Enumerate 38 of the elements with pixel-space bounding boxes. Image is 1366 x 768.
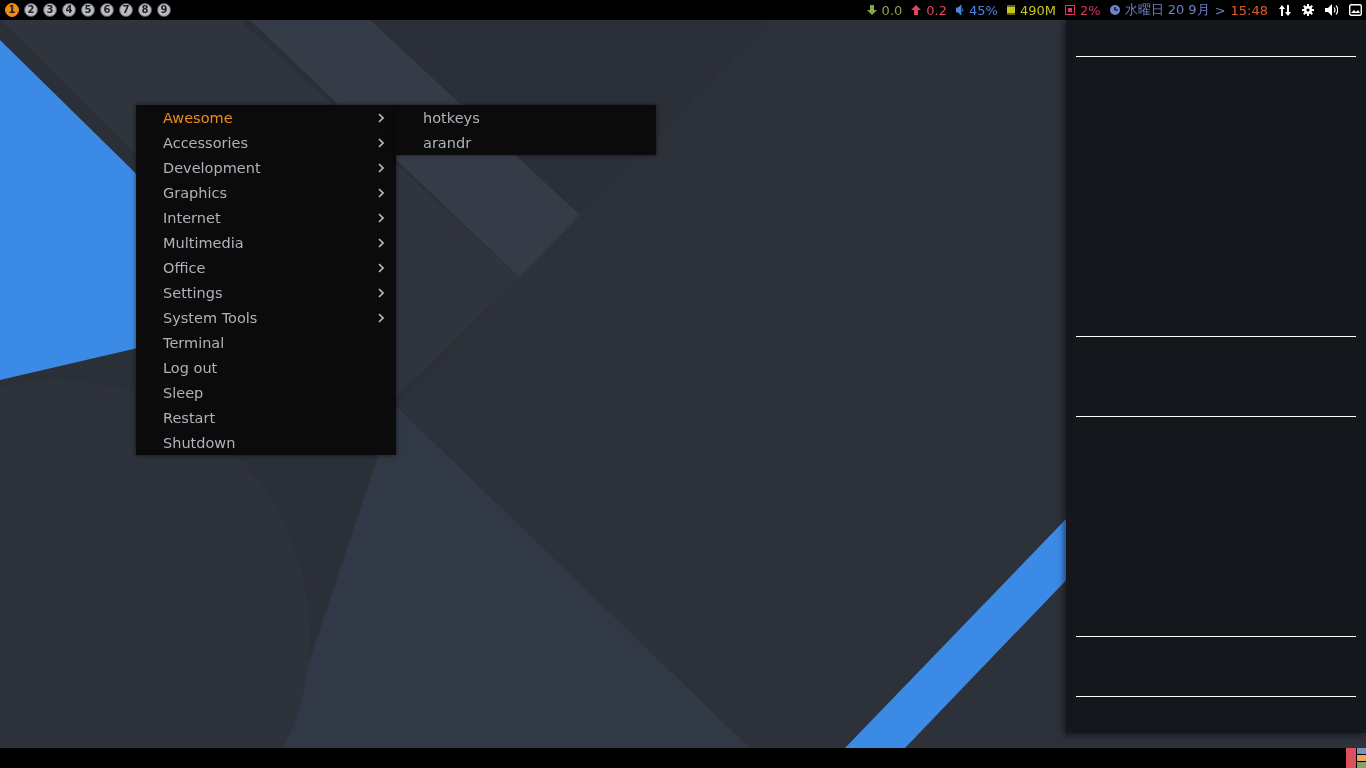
menu-item[interactable]: Awesome bbox=[136, 105, 396, 130]
menu-item[interactable]: Graphics bbox=[136, 180, 396, 205]
widget-value: 0.2 bbox=[926, 2, 947, 18]
workspace-tag[interactable]: 7 bbox=[119, 3, 133, 17]
widget-value: 490M bbox=[1019, 2, 1056, 18]
menu-item[interactable]: Settings bbox=[136, 280, 396, 305]
submenu-item[interactable]: hotkeys bbox=[396, 105, 656, 130]
settings-icon[interactable] bbox=[1302, 4, 1314, 16]
widget-value: 45% bbox=[969, 2, 998, 18]
menu-item[interactable]: Office bbox=[136, 255, 396, 280]
workspace-tag[interactable]: 4 bbox=[62, 3, 76, 17]
menu-item[interactable]: Log out bbox=[136, 355, 396, 380]
speaker-icon[interactable] bbox=[1325, 4, 1338, 16]
display-icon[interactable] bbox=[1349, 4, 1362, 16]
menu-item[interactable]: Internet bbox=[136, 205, 396, 230]
submenu-item[interactable]: arandr bbox=[396, 130, 656, 155]
menu-item[interactable]: Multimedia bbox=[136, 230, 396, 255]
menu-item[interactable]: Development bbox=[136, 155, 396, 180]
workspace-tag[interactable]: 6 bbox=[100, 3, 114, 17]
workspace-tag[interactable]: 9 bbox=[157, 3, 171, 17]
widget-value: 0.0 bbox=[881, 2, 903, 18]
date-text: 水曜日 20 9月 bbox=[1124, 1, 1210, 19]
menu-item[interactable]: System Tools bbox=[136, 305, 396, 330]
workspace-tag[interactable]: 1 bbox=[5, 3, 19, 17]
widget-value: 2% bbox=[1079, 2, 1101, 18]
menu-item[interactable]: Accessories bbox=[136, 130, 396, 155]
menu-item[interactable]: Restart bbox=[136, 405, 396, 430]
menu-item[interactable]: Terminal bbox=[136, 330, 396, 355]
menu-item[interactable]: Sleep bbox=[136, 380, 396, 405]
separator-text: > bbox=[1214, 2, 1226, 18]
workspace-tag[interactable]: 3 bbox=[43, 3, 57, 17]
workspace-tag[interactable]: 5 bbox=[81, 3, 95, 17]
workspace-tag[interactable]: 8 bbox=[138, 3, 152, 17]
layout-tile-icon[interactable] bbox=[1346, 748, 1366, 768]
clock-time: 15:48 bbox=[1230, 2, 1268, 18]
menu-item[interactable]: Shutdown bbox=[136, 430, 396, 455]
transfer-arrows-icon[interactable] bbox=[1279, 4, 1291, 16]
workspace-tag[interactable]: 2 bbox=[24, 3, 38, 17]
